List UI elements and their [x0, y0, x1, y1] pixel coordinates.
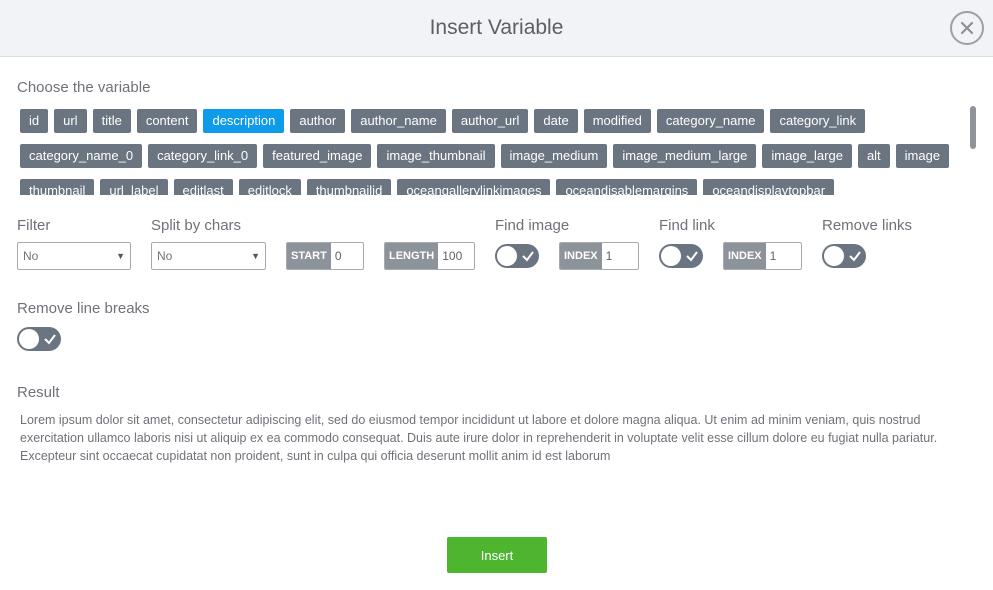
variable-chip[interactable]: url_label: [100, 179, 168, 195]
find-link-index-field[interactable]: INDEX 1: [723, 242, 802, 270]
remove-line-breaks-label: Remove line breaks: [17, 300, 150, 317]
find-link-index-tag: INDEX: [724, 243, 766, 269]
variable-chip[interactable]: author_url: [451, 109, 529, 133]
split-select-value: No: [157, 249, 173, 263]
remove-line-breaks-toggle[interactable]: [17, 327, 61, 351]
remove-links-toggle[interactable]: [822, 244, 866, 268]
variable-chip[interactable]: image_large: [762, 144, 852, 168]
variable-chip[interactable]: image_medium_large: [613, 144, 757, 168]
insert-button[interactable]: Insert: [447, 537, 547, 573]
filter-select-value: No: [23, 249, 39, 263]
split-select[interactable]: No ▼: [151, 242, 266, 270]
length-tag: LENGTH: [385, 243, 439, 269]
split-label: Split by chars: [151, 217, 242, 234]
result-text: Lorem ipsum dolor sit amet, consectetur …: [20, 413, 938, 463]
variable-chip[interactable]: category_link: [770, 109, 866, 133]
check-icon: [849, 251, 861, 262]
variable-chip[interactable]: category_name_0: [20, 144, 143, 168]
length-input[interactable]: 100: [438, 243, 474, 269]
length-field[interactable]: LENGTH 100: [384, 242, 475, 270]
variable-chip[interactable]: oceandisablemargins: [556, 179, 698, 195]
variable-chip[interactable]: image: [895, 144, 950, 168]
variable-chip[interactable]: description: [203, 109, 285, 133]
variable-list-scrollbar[interactable]: [970, 106, 976, 149]
variable-chip[interactable]: oceandisplaytopbar: [703, 179, 835, 195]
variable-chip[interactable]: category_name: [656, 109, 765, 133]
variable-chip[interactable]: thumbnailid: [306, 179, 392, 195]
variable-chip[interactable]: content: [136, 109, 198, 133]
check-icon: [522, 251, 534, 262]
find-image-index-tag: INDEX: [560, 243, 602, 269]
variable-chip[interactable]: oceangallerylinkimages: [397, 179, 551, 195]
find-link-label: Find link: [659, 217, 715, 234]
toggle-knob: [19, 329, 39, 349]
variable-chip[interactable]: featured_image: [263, 144, 372, 168]
variable-chip[interactable]: image_medium: [500, 144, 608, 168]
close-button[interactable]: [950, 11, 984, 45]
start-field[interactable]: START 0: [286, 242, 364, 270]
variable-chip[interactable]: image_thumbnail: [377, 144, 495, 168]
variable-list: id url title content description author author…: [17, 107, 963, 195]
toggle-knob: [661, 246, 681, 266]
dialog-title: Insert Variable: [429, 16, 564, 39]
find-image-index-input[interactable]: 1: [602, 243, 638, 269]
close-icon: [960, 21, 974, 35]
check-icon: [686, 251, 698, 262]
variable-chip[interactable]: date: [534, 109, 578, 133]
variable-chip[interactable]: thumbnail: [20, 179, 95, 195]
filter-select[interactable]: No ▼: [17, 242, 131, 270]
variable-chip[interactable]: title: [92, 109, 131, 133]
variable-chip[interactable]: author_name: [351, 109, 446, 133]
variable-chip[interactable]: category_link_0: [148, 144, 258, 168]
variable-chip[interactable]: id: [20, 109, 49, 133]
chevron-down-icon: ▼: [251, 251, 260, 261]
start-input[interactable]: 0: [331, 243, 363, 269]
toggle-knob: [824, 246, 844, 266]
variable-chip[interactable]: modified: [583, 109, 651, 133]
filter-label: Filter: [17, 217, 51, 234]
variable-chip[interactable]: alt: [857, 144, 890, 168]
find-image-index-field[interactable]: INDEX 1: [559, 242, 639, 270]
variable-chip[interactable]: editlast: [173, 179, 233, 195]
check-icon: [44, 334, 56, 345]
find-image-label: Find image: [495, 217, 570, 234]
chevron-down-icon: ▼: [116, 251, 125, 261]
dialog-header: Insert Variable: [0, 0, 993, 57]
toggle-knob: [497, 246, 517, 266]
result-label: Result: [17, 384, 60, 401]
start-tag: START: [287, 243, 331, 269]
find-image-toggle[interactable]: [495, 244, 539, 268]
variable-chip[interactable]: author: [290, 109, 346, 133]
variable-chip[interactable]: url: [54, 109, 87, 133]
variable-chip[interactable]: editlock: [238, 179, 301, 195]
find-link-toggle[interactable]: [659, 244, 703, 268]
find-link-index-input[interactable]: 1: [766, 243, 801, 269]
choose-variable-label: Choose the variable: [17, 79, 151, 96]
remove-links-label: Remove links: [822, 217, 913, 234]
